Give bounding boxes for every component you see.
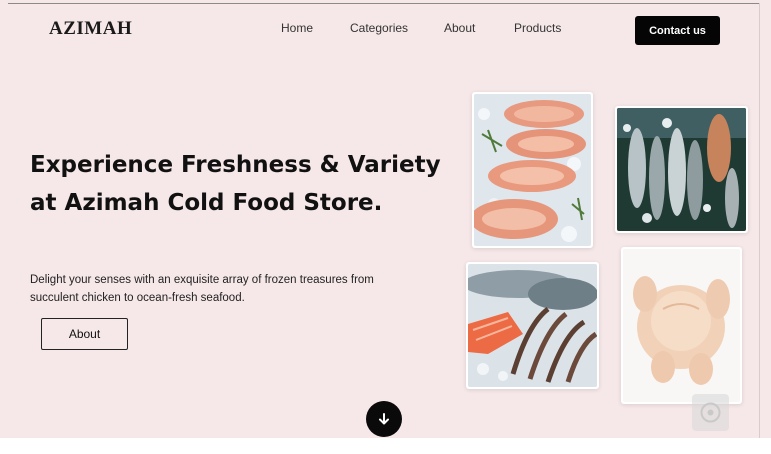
arrow-down-icon: [379, 413, 389, 425]
brand-logo[interactable]: AZIMAH: [49, 18, 132, 40]
scroll-down-button[interactable]: [366, 401, 402, 437]
scrollbar-track[interactable]: [759, 3, 760, 438]
hero-headline: Experience Freshness & Variety at Azimah…: [30, 152, 441, 216]
floating-widget-icon[interactable]: [692, 394, 729, 431]
nav-home-link[interactable]: Home: [281, 21, 313, 35]
whole-chicken-image: [621, 247, 742, 404]
about-button[interactable]: About: [41, 318, 128, 350]
seafood-platter-image: [466, 262, 599, 389]
contact-us-button[interactable]: Contact us: [635, 16, 720, 45]
nav-products-link[interactable]: Products: [514, 21, 561, 35]
top-divider: [8, 3, 759, 4]
nav-about-link[interactable]: About: [444, 21, 475, 35]
hero-section: AZIMAH Home Categories About Products Co…: [0, 0, 771, 438]
hero-description: Delight your senses with an exquisite ar…: [30, 274, 374, 304]
nav-categories-link[interactable]: Categories: [350, 21, 408, 35]
salmon-steaks-image: [472, 92, 593, 248]
fish-on-ice-image: [615, 106, 748, 233]
